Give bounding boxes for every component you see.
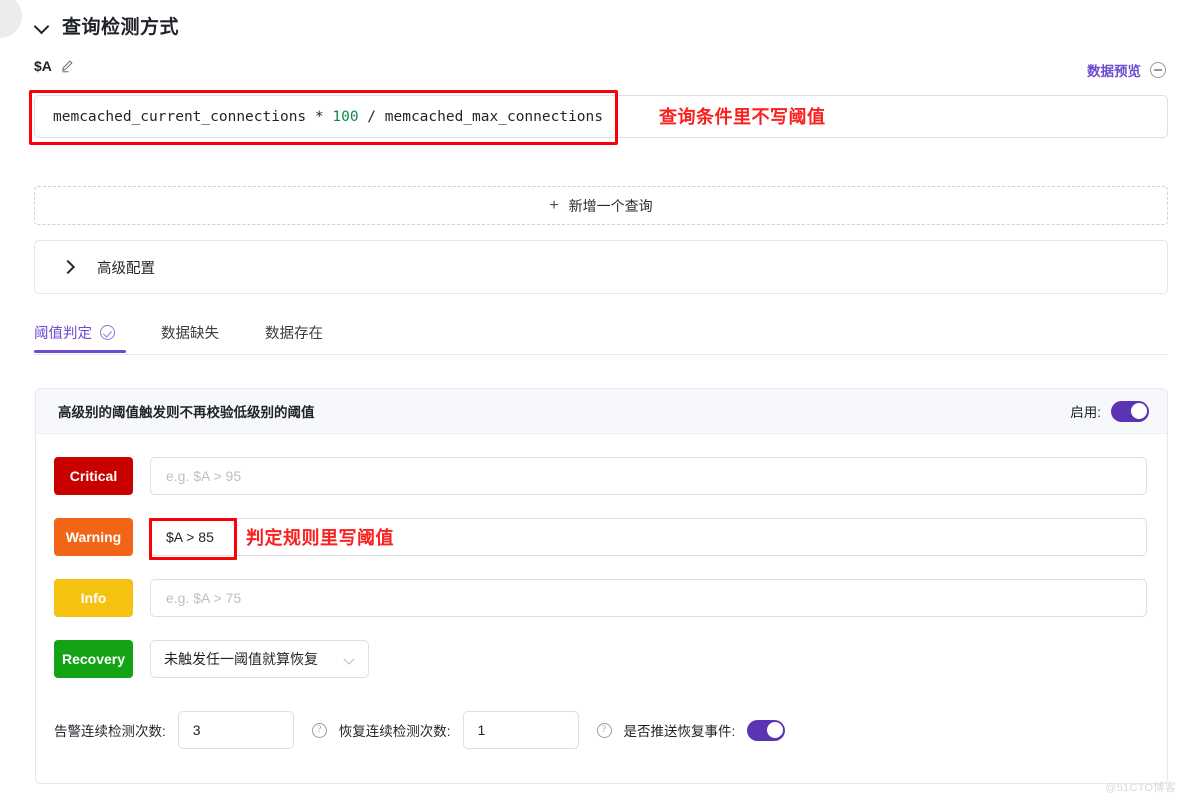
- query-expression-text: memcached_current_connections * 100 / me…: [53, 109, 603, 125]
- threshold-panel-header: 高级别的阈值触发则不再校验低级别的阈值 启用:: [36, 389, 1167, 434]
- level-badge-recovery: Recovery: [54, 640, 133, 678]
- minus-circle-icon[interactable]: [1150, 62, 1166, 78]
- annotation-text-query: 查询条件里不写阈值: [659, 103, 826, 129]
- recovery-mode-select[interactable]: 未触发任一阈值就算恢复: [150, 640, 369, 678]
- toggle-knob-push: [767, 722, 783, 738]
- alert-count-label: 告警连续检测次数:: [54, 720, 166, 740]
- add-query-label: 新增一个查询: [569, 196, 653, 216]
- tab-threshold[interactable]: 阈值判定: [34, 322, 115, 352]
- recover-count-input[interactable]: 1: [463, 711, 579, 749]
- annotation-text-rule: 判定规则里写阈值: [246, 524, 394, 550]
- section-header[interactable]: 查询检测方式: [34, 12, 179, 39]
- add-query-button[interactable]: + 新增一个查询: [34, 186, 1168, 225]
- decorative-circle: [0, 0, 22, 38]
- threshold-input-info[interactable]: e.g. $A > 75: [150, 579, 1147, 617]
- help-icon-alert[interactable]: ?: [312, 723, 327, 738]
- data-preview-control[interactable]: 数据预览: [1087, 60, 1166, 80]
- toggle-knob: [1131, 403, 1147, 419]
- advanced-config-section[interactable]: 高级配置: [34, 240, 1168, 294]
- recover-count-label: 恢复连续检测次数:: [339, 720, 451, 740]
- recovery-mode-selected: 未触发任一阈值就算恢复: [164, 649, 318, 669]
- help-icon-recover[interactable]: ?: [597, 723, 612, 738]
- threshold-row-warning: Warning $A > 85: [36, 518, 1167, 556]
- check-circle-icon: [100, 325, 115, 340]
- threshold-panel: 高级别的阈值触发则不再校验低级别的阈值 启用: Critical e.g. $A…: [35, 388, 1168, 784]
- pencil-icon[interactable]: [60, 59, 75, 74]
- expr-number: 100: [332, 109, 358, 125]
- plus-icon: +: [549, 198, 558, 214]
- threshold-row-info: Info e.g. $A > 75: [36, 579, 1167, 617]
- chevron-down-icon[interactable]: [34, 18, 50, 34]
- query-variable-row: $A: [34, 58, 75, 74]
- tab-bar: 阈值判定 数据缺失 数据存在: [34, 322, 1168, 355]
- level-badge-critical: Critical: [54, 457, 133, 495]
- query-variable-label: $A: [34, 58, 52, 74]
- tab-data-missing-label: 数据缺失: [161, 322, 219, 343]
- expr-suffix: / memcached_max_connections: [359, 109, 603, 125]
- alert-count-value: 3: [193, 722, 201, 738]
- threshold-input-critical-placeholder: e.g. $A > 95: [166, 468, 241, 484]
- level-badge-warning: Warning: [54, 518, 133, 556]
- threshold-panel-title: 高级别的阈值触发则不再校验低级别的阈值: [58, 401, 315, 421]
- tab-data-missing[interactable]: 数据缺失: [161, 322, 219, 352]
- threshold-enable-group: 启用:: [1070, 401, 1149, 422]
- chevron-right-icon[interactable]: [61, 260, 75, 274]
- data-preview-link[interactable]: 数据预览: [1087, 60, 1141, 80]
- threshold-input-warning-value: $A > 85: [166, 529, 214, 545]
- enable-toggle[interactable]: [1111, 401, 1149, 422]
- chevron-down-icon-select: [344, 654, 355, 665]
- push-recovery-label: 是否推送恢复事件:: [624, 720, 736, 740]
- advanced-config-label: 高级配置: [97, 257, 155, 278]
- detection-counters-row: 告警连续检测次数: 3 ? 恢复连续检测次数: 1 ? 是否推送恢复事件:: [36, 711, 1167, 749]
- recover-count-value: 1: [478, 722, 486, 738]
- threshold-input-critical[interactable]: e.g. $A > 95: [150, 457, 1147, 495]
- query-expression-input[interactable]: memcached_current_connections * 100 / me…: [34, 95, 1168, 138]
- alert-count-input[interactable]: 3: [178, 711, 294, 749]
- tab-data-exists[interactable]: 数据存在: [265, 322, 323, 352]
- enable-label: 启用:: [1070, 401, 1101, 421]
- page-title: 查询检测方式: [62, 12, 179, 39]
- threshold-row-critical: Critical e.g. $A > 95: [36, 457, 1167, 495]
- push-recovery-toggle[interactable]: [747, 720, 785, 741]
- tab-data-exists-label: 数据存在: [265, 322, 323, 343]
- watermark: @51CTO博客: [1105, 779, 1176, 795]
- threshold-row-recovery: Recovery 未触发任一阈值就算恢复: [36, 640, 1167, 678]
- tab-threshold-label: 阈值判定: [34, 322, 92, 343]
- expr-prefix: memcached_current_connections *: [53, 109, 332, 125]
- level-badge-info: Info: [54, 579, 133, 617]
- threshold-input-info-placeholder: e.g. $A > 75: [166, 590, 241, 606]
